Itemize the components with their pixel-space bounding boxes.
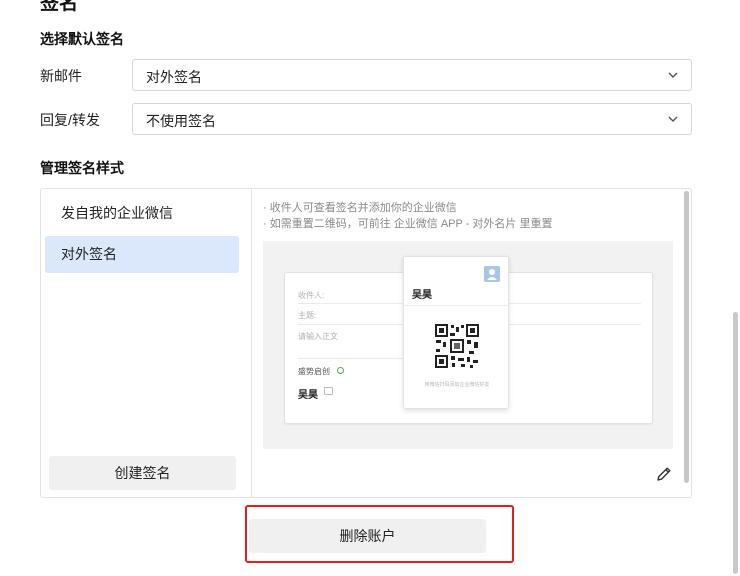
hint-line: · 如需重置二维码，可前往 企业微信 APP - 对外名片 里重置: [263, 218, 553, 230]
manage-signature-title: 管理签名样式: [40, 160, 124, 176]
hint-line: · 收件人可查看签名并添加你的企业微信: [263, 202, 457, 214]
divider: [404, 305, 508, 306]
check-icon: [337, 367, 344, 374]
default-signature-title: 选择默认签名: [40, 31, 124, 47]
card-name: 吴昊: [412, 290, 432, 301]
signature-prefix: 盛势启创: [298, 367, 330, 376]
mail-subject-label: 主题:: [298, 311, 317, 320]
signature-item-external[interactable]: 对外签名: [45, 236, 239, 273]
signature-sender-name: 吴昊: [298, 390, 318, 401]
reply-forward-signature-value: 不使用签名: [146, 113, 216, 129]
highlight-annotation: [245, 505, 514, 563]
mail-body-placeholder: 请输入正文: [298, 332, 338, 341]
panel-scrollbar-thumb[interactable]: [684, 191, 689, 483]
new-mail-signature-value: 对外签名: [146, 69, 202, 85]
card-badge-icon: [324, 387, 333, 395]
reply-forward-label: 回复/转发: [40, 112, 100, 128]
edit-icon[interactable]: [655, 465, 673, 483]
new-mail-label: 新邮件: [40, 68, 82, 84]
chevron-down-icon: [668, 116, 678, 122]
page-scrollbar-thumb[interactable]: [733, 312, 738, 574]
new-mail-signature-select[interactable]: 对外签名: [132, 59, 692, 91]
page-title: 签名: [40, 0, 79, 14]
mail-to-label: 收件人:: [298, 291, 325, 300]
chevron-down-icon: [668, 72, 678, 78]
divider: [298, 358, 416, 359]
signature-item-wecom[interactable]: 发自我的企业微信: [45, 195, 239, 232]
signature-list: 发自我的企业微信 对外签名 创建签名: [41, 189, 252, 497]
create-signature-button[interactable]: 创建签名: [49, 456, 236, 490]
business-card-preview: 吴昊 用微信扫码添加企业微信好友: [403, 256, 509, 409]
signature-preview: 收件人: 主题: 请输入正文 盛势启创 吴昊 吴昊 用微信扫码添加企业微信好友: [263, 241, 673, 449]
qr-code-icon: [434, 323, 480, 369]
avatar-icon: [484, 266, 500, 282]
reply-forward-signature-select[interactable]: 不使用签名: [132, 103, 692, 135]
card-footer-text: 用微信扫码添加企业微信好友: [424, 382, 490, 388]
signature-manager-panel: 发自我的企业微信 对外签名 创建签名 · 收件人可查看签名并添加你的企业微信 ·…: [40, 188, 692, 498]
